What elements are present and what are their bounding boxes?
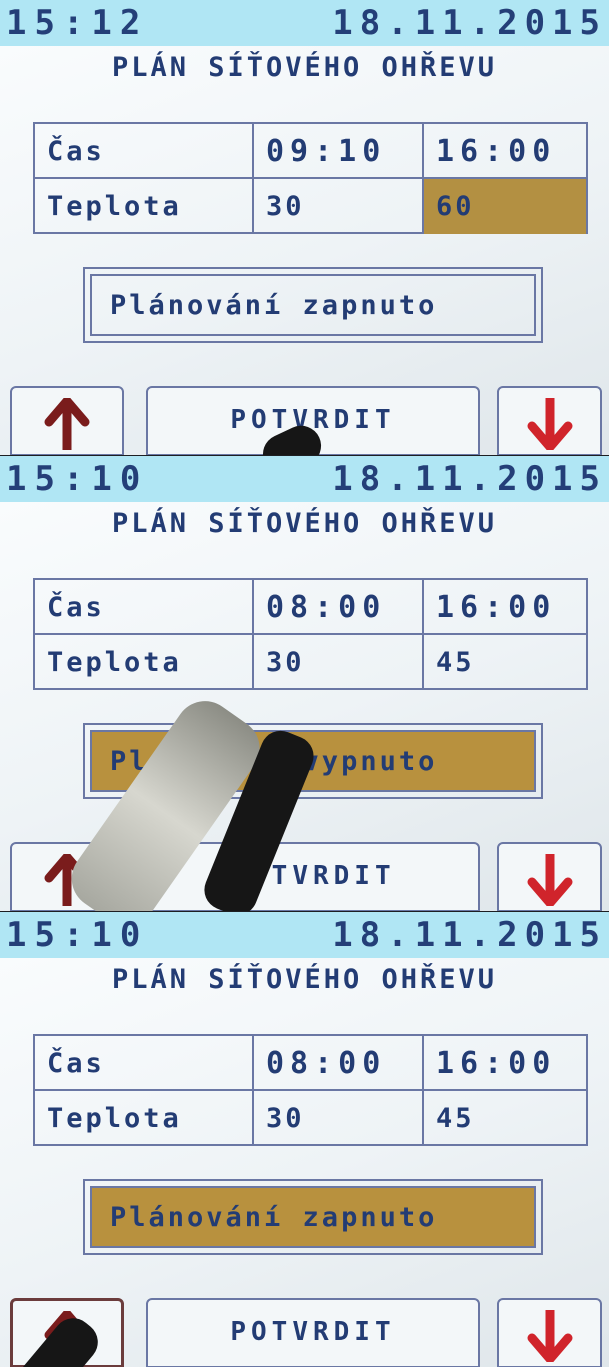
- temperature-start-cell[interactable]: 30: [252, 635, 422, 690]
- screen-photo-1: 15:12 18.11.2015 PLÁN SÍŤOVÉHO OHŘEVU Ča…: [0, 0, 609, 455]
- schedule-table: Čas 08:00 16:00 Teplota 30 45: [33, 578, 588, 690]
- page-title: PLÁN SÍŤOVÉHO OHŘEVU: [111, 508, 498, 539]
- status-bar: 15:10 18.11.2015: [0, 456, 609, 502]
- arrow-down-icon: [527, 398, 572, 450]
- temperature-end-cell[interactable]: 60: [422, 179, 586, 234]
- clock-time: 15:10: [6, 459, 149, 499]
- row-label-time: Čas: [35, 1036, 252, 1091]
- time-end-cell[interactable]: 16:00: [422, 1036, 586, 1091]
- temperature-start-cell[interactable]: 30: [252, 1091, 422, 1146]
- planning-toggle[interactable]: Plánování zapnuto: [83, 1179, 543, 1255]
- up-button[interactable]: [10, 386, 124, 455]
- arrow-down-icon: [527, 1310, 572, 1362]
- confirm-button[interactable]: POTVRDIT: [146, 842, 480, 911]
- row-label-temperature: Teplota: [47, 647, 182, 678]
- time-end-cell[interactable]: 16:00: [422, 580, 586, 635]
- row-label-temperature: Teplota: [47, 191, 182, 222]
- time-start-cell[interactable]: 08:00: [252, 580, 422, 635]
- temperature-start-cell[interactable]: 30: [252, 179, 422, 234]
- screen-photo-3: 15:10 18.11.2015 PLÁN SÍŤOVÉHO OHŘEVU Ča…: [0, 912, 609, 1367]
- row-label-time: Čas: [35, 124, 252, 179]
- clock-time: 15:10: [6, 915, 149, 955]
- confirm-button[interactable]: POTVRDIT: [146, 1298, 480, 1367]
- planning-status-label: Plánování zapnuto: [90, 1186, 536, 1248]
- status-bar: 15:12 18.11.2015: [0, 0, 609, 46]
- down-button[interactable]: [497, 842, 602, 911]
- planning-status-label: Plánování zapnuto: [90, 274, 536, 336]
- row-label-time: Čas: [35, 580, 252, 635]
- clock-date: 18.11.2015: [332, 915, 607, 955]
- temperature-end-cell[interactable]: 45: [422, 635, 586, 690]
- clock-date: 18.11.2015: [332, 3, 607, 43]
- status-bar: 15:10 18.11.2015: [0, 912, 609, 958]
- time-start-cell[interactable]: 09:10: [252, 124, 422, 179]
- planning-toggle[interactable]: Plánování zapnuto: [83, 267, 543, 343]
- screen-photo-2: 15:10 18.11.2015 PLÁN SÍŤOVÉHO OHŘEVU Ča…: [0, 456, 609, 911]
- time-end-cell[interactable]: 16:00: [422, 124, 586, 179]
- page-title: PLÁN SÍŤOVÉHO OHŘEVU: [111, 52, 498, 83]
- clock-time: 15:12: [6, 3, 149, 43]
- clock-date: 18.11.2015: [332, 459, 607, 499]
- down-button[interactable]: [497, 386, 602, 455]
- down-button[interactable]: [497, 1298, 602, 1367]
- schedule-table: Čas 08:00 16:00 Teplota 30 45: [33, 1034, 588, 1146]
- row-label-temperature: Teplota: [47, 1103, 182, 1134]
- temperature-end-cell[interactable]: 45: [422, 1091, 586, 1146]
- arrow-down-icon: [527, 854, 572, 906]
- schedule-table: Čas 09:10 16:00 Teplota 30 60: [33, 122, 588, 234]
- time-start-cell[interactable]: 08:00: [252, 1036, 422, 1091]
- arrow-up-icon: [44, 398, 90, 450]
- page-title: PLÁN SÍŤOVÉHO OHŘEVU: [111, 964, 498, 995]
